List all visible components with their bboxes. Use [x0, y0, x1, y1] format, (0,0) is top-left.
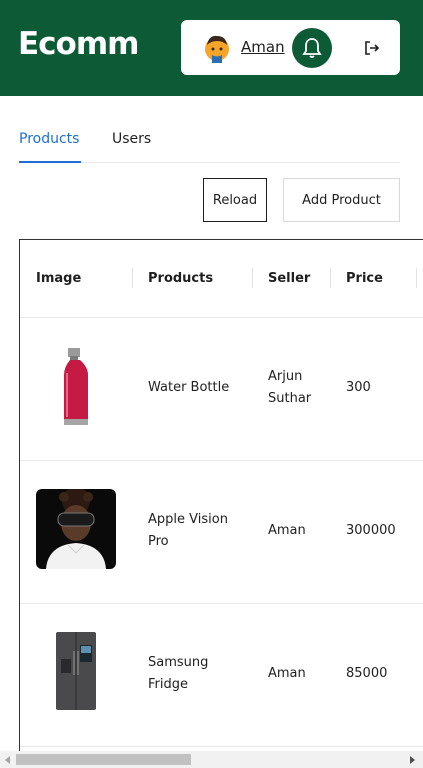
column-divider	[252, 268, 253, 288]
scroll-left-icon[interactable]	[5, 756, 10, 764]
vision-pro-image	[36, 489, 116, 569]
column-header-image[interactable]: Image	[36, 271, 81, 286]
product-price: 85000	[346, 666, 388, 681]
water-bottle-image	[64, 348, 88, 425]
tab-users[interactable]: Users	[112, 130, 151, 161]
seller-name: Aman	[268, 666, 306, 681]
table-row[interactable]: Apple Vision Pro Aman 300000	[20, 461, 423, 604]
column-divider	[416, 268, 417, 288]
tab-products[interactable]: Products	[19, 130, 81, 163]
app-header: Ecomm Aman	[0, 0, 423, 96]
table-row[interactable]: Samsung Fridge Aman 85000	[20, 604, 423, 747]
product-price: 300	[346, 380, 371, 395]
scroll-thumb[interactable]	[16, 754, 191, 765]
user-panel: Aman	[181, 20, 400, 75]
product-name-cont: Fridge	[148, 677, 188, 692]
table-row[interactable]: Water Bottle Arjun Suthar 300	[20, 318, 423, 461]
scroll-right-icon[interactable]	[410, 756, 415, 764]
fridge-image	[56, 632, 96, 710]
column-header-price[interactable]: Price	[346, 271, 383, 286]
product-name-cont: Pro	[148, 534, 169, 549]
column-header-products[interactable]: Products	[148, 271, 213, 286]
notification-button[interactable]	[292, 28, 332, 68]
username-link[interactable]: Aman	[241, 38, 285, 56]
column-divider	[330, 268, 331, 288]
column-divider	[132, 268, 133, 288]
product-price: 300000	[346, 523, 396, 538]
main-tabs: Products Users	[19, 130, 400, 163]
column-header-seller[interactable]: Seller	[268, 271, 310, 286]
reload-button[interactable]: Reload	[203, 178, 267, 222]
seller-name: Arjun	[268, 369, 303, 384]
horizontal-scrollbar[interactable]	[0, 751, 423, 768]
avatar-icon[interactable]	[203, 33, 231, 63]
table-header: Image Products Seller Price	[20, 240, 423, 318]
seller-name-cont: Suthar	[268, 391, 312, 406]
seller-name: Aman	[268, 523, 306, 538]
app-logo: Ecomm	[18, 26, 139, 62]
product-name: Water Bottle	[148, 380, 230, 395]
products-table: Image Products Seller Price Water Bottle…	[19, 239, 423, 760]
product-name: Samsung	[148, 655, 209, 670]
product-name: Apple Vision	[148, 512, 228, 527]
add-product-button[interactable]: Add Product	[283, 178, 400, 222]
logout-icon[interactable]	[364, 40, 380, 56]
bell-icon	[302, 38, 322, 58]
